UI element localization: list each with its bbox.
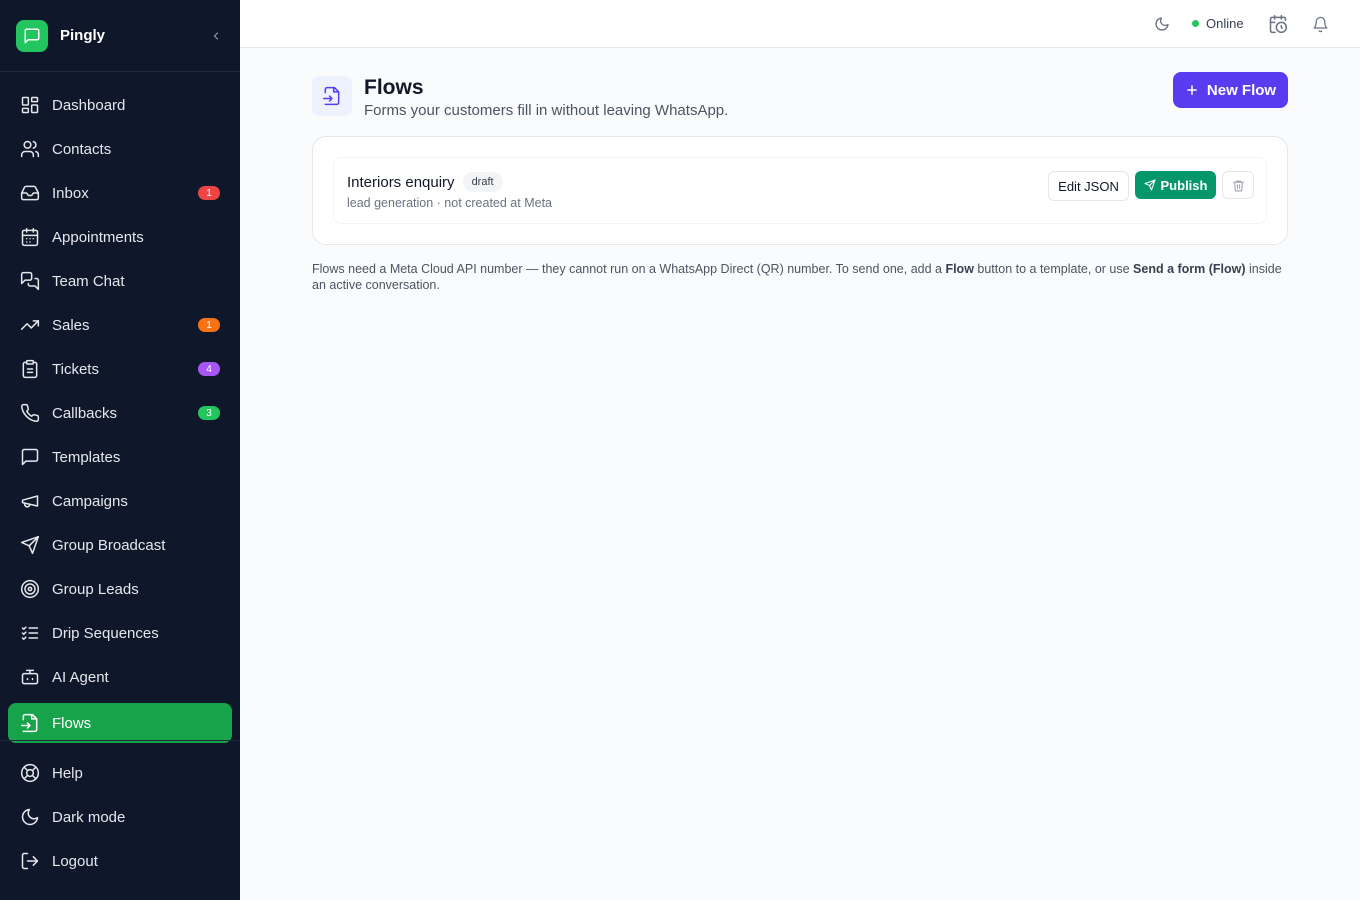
list-checks-icon [21, 626, 39, 640]
flows-list-card: Interiors enquiry draft lead generation … [312, 136, 1288, 245]
flow-name: Interiors enquiry [347, 173, 455, 191]
status-label: Online [1206, 16, 1244, 31]
phone-icon [21, 403, 40, 423]
new-flow-button[interactable]: New Flow [1173, 72, 1288, 108]
sidebar-item-campaigns[interactable]: Campaigns [8, 483, 232, 519]
page-subtitle: Forms your customers fill in without lea… [364, 102, 729, 119]
sidebar-item-drip-sequences[interactable]: Drip Sequences [8, 615, 232, 651]
sidebar-nav: Dashboard Contacts Inbox 1 Appointments … [8, 87, 232, 751]
users-icon [20, 140, 40, 158]
sales-count-badge: 1 [198, 318, 220, 332]
sidebar-item-group-broadcast[interactable]: Group Broadcast [8, 527, 232, 563]
sidebar-item-dark-mode[interactable]: Dark mode [8, 799, 232, 835]
new-flow-label: New Flow [1206, 81, 1277, 99]
tickets-count-badge: 4 [198, 362, 220, 376]
inbox-count-badge: 1 [198, 186, 220, 200]
clipboard-icon [22, 359, 38, 379]
sidebar-item-help[interactable]: Help [8, 755, 232, 791]
sidebar-item-label: Callbacks [52, 404, 118, 422]
topbar: Online [240, 0, 1360, 48]
sidebar-item-label: Sales [52, 316, 90, 334]
callbacks-count-badge: 3 [198, 406, 220, 420]
file-input-icon [20, 713, 38, 733]
delete-flow-button[interactable] [1222, 171, 1254, 199]
flow-row: Interiors enquiry draft lead generation … [333, 157, 1267, 224]
sidebar-item-label: Tickets [52, 360, 99, 378]
calendar-clock-icon[interactable] [1268, 14, 1288, 34]
flows-header-icon [312, 76, 352, 116]
status-dot [1192, 20, 1199, 27]
sidebar-item-contacts[interactable]: Contacts [8, 131, 232, 167]
sidebar-item-inbox[interactable]: Inbox 1 [8, 175, 232, 211]
bot-icon [21, 669, 39, 685]
sidebar-item-label: Flows [52, 714, 92, 732]
sidebar-item-label: Dashboard [52, 96, 126, 114]
flows-help-note: Flows need a Meta Cloud API number — the… [312, 262, 1282, 292]
theme-toggle-moon-icon[interactable] [1152, 14, 1172, 34]
sidebar-item-callbacks[interactable]: Callbacks 3 [8, 395, 232, 431]
sidebar-item-label: Drip Sequences [52, 624, 159, 642]
sidebar-item-logout[interactable]: Logout [8, 843, 232, 879]
sidebar-item-label: Group Broadcast [52, 536, 166, 554]
sidebar-item-ai-agent[interactable]: AI Agent [8, 659, 232, 695]
sidebar-item-label: Group Leads [52, 580, 139, 598]
flow-title: Interiors enquiry draft [347, 172, 503, 192]
message-square-icon [21, 448, 39, 466]
brand-header: Pingly [0, 0, 240, 72]
sidebar-item-templates[interactable]: Templates [8, 439, 232, 475]
megaphone-icon [21, 495, 39, 508]
chat-logo-icon [16, 19, 48, 52]
sidebar-item-flows[interactable]: Flows [8, 703, 232, 743]
main-content: Flows Forms your customers fill in witho… [240, 48, 1360, 900]
brand-name: Pingly [60, 27, 106, 44]
dashboard-icon [21, 96, 39, 114]
publish-label: Publish [1160, 177, 1208, 193]
collapse-sidebar-chevron-icon[interactable] [208, 28, 224, 44]
page-title: Flows [364, 76, 424, 99]
sidebar-item-label: Inbox [52, 184, 89, 202]
sidebar-item-sales[interactable]: Sales 1 [8, 307, 232, 343]
flow-meta: lead generation · not created at Meta [347, 196, 552, 210]
sidebar-item-label: Templates [52, 448, 121, 466]
sidebar-item-label: Contacts [52, 140, 112, 158]
sidebar-item-label: Logout [52, 852, 98, 870]
inbox-icon [20, 185, 40, 201]
moon-icon [21, 808, 39, 826]
trash-icon [1232, 180, 1244, 191]
status-badge: draft [462, 172, 503, 192]
send-icon [20, 535, 40, 555]
publish-button[interactable]: Publish [1135, 171, 1216, 199]
lifebuoy-icon [20, 763, 40, 783]
trending-up-icon [20, 320, 40, 330]
sidebar-bottom-nav: Help Dark mode Logout [0, 740, 240, 887]
page-header: Flows Forms your customers fill in witho… [312, 76, 728, 119]
team-chat-icon [20, 271, 40, 291]
online-status[interactable]: Online [1192, 16, 1244, 31]
sidebar-item-label: AI Agent [52, 668, 109, 686]
target-icon [20, 579, 40, 599]
sidebar-item-group-leads[interactable]: Group Leads [8, 571, 232, 607]
sidebar-item-tickets[interactable]: Tickets 4 [8, 351, 232, 387]
sidebar-item-label: Team Chat [52, 272, 125, 290]
sidebar-item-team-chat[interactable]: Team Chat [8, 263, 232, 299]
send-icon [1143, 179, 1156, 191]
plus-icon [1187, 85, 1197, 95]
sidebar-item-label: Campaigns [52, 492, 128, 510]
bell-icon[interactable] [1310, 14, 1330, 34]
logout-icon [21, 852, 39, 870]
sidebar-item-label: Dark mode [52, 808, 126, 826]
sidebar: Pingly Dashboard Contacts Inbox 1 Appoin… [0, 0, 240, 900]
sidebar-item-label: Appointments [52, 228, 144, 246]
sidebar-item-appointments[interactable]: Appointments [8, 219, 232, 255]
sidebar-item-dashboard[interactable]: Dashboard [8, 87, 232, 123]
sidebar-item-label: Help [52, 764, 83, 782]
edit-json-button[interactable]: Edit JSON [1048, 171, 1129, 201]
calendar-icon [21, 227, 39, 247]
